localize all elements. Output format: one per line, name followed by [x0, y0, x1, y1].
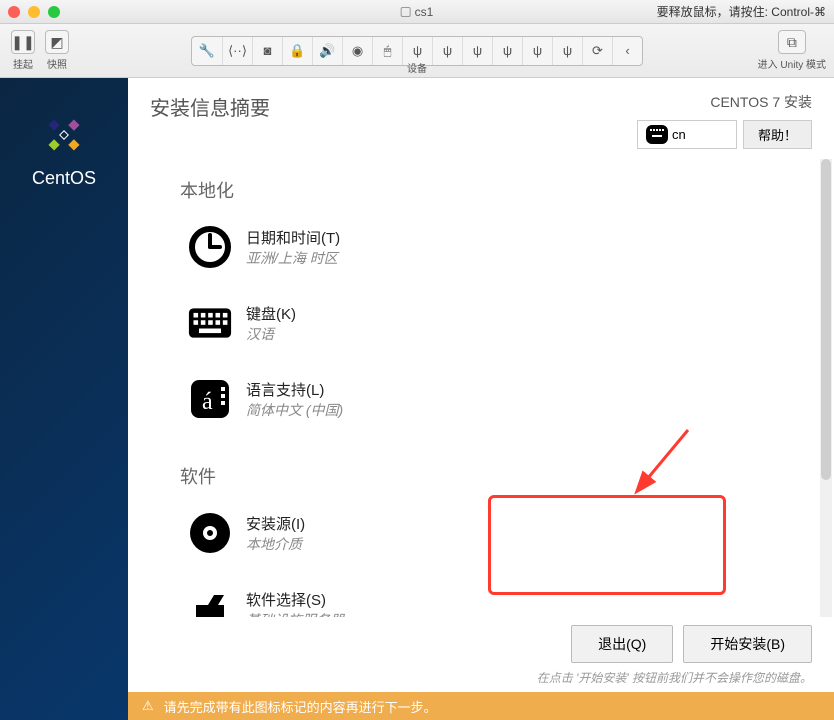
mouse-release-hint: 要释放鼠标，请按住: Control-⌘: [657, 3, 826, 20]
scrollbar-thumb[interactable]: [821, 159, 831, 480]
spoke-language-sub: 简体中文 (中国): [246, 400, 343, 420]
close-window-button[interactable]: [8, 6, 20, 18]
usb-icon[interactable]: ψ: [522, 37, 552, 65]
bluetooth-icon[interactable]: ⟳: [582, 37, 612, 65]
snapshot-label: 快照: [47, 56, 67, 71]
spoke-selection-sub: 基础设施服务器: [246, 610, 344, 618]
keyboard-large-icon: [188, 301, 232, 345]
clock-icon: [188, 225, 232, 269]
scrollbar[interactable]: [820, 159, 832, 617]
snapshot-button[interactable]: ◩ 快照: [42, 30, 72, 71]
spoke-keyboard-title: 键盘(K): [246, 303, 296, 324]
spoke-source[interactable]: 安装源(I) 本地介质: [188, 511, 506, 555]
spoke-software-selection[interactable]: 软件选择(S) 基础设施服务器: [188, 587, 506, 617]
window-title: cs1: [415, 5, 434, 19]
spoke-language[interactable]: á 语言支持(L) 简体中文 (中国): [188, 377, 797, 421]
devices-label: 设备: [407, 60, 427, 75]
spoke-selection-title: 软件选择(S): [246, 589, 344, 610]
warning-text: 请先完成带有此图标标记的内容再进行下一步。: [164, 697, 437, 716]
section-localization: 本地化: [180, 177, 812, 203]
vm-icon: [401, 7, 411, 17]
usb-icon[interactable]: ψ: [432, 37, 462, 65]
quit-button[interactable]: 退出(Q): [571, 625, 673, 663]
network-icon[interactable]: ⟨··⟩: [222, 37, 252, 65]
maximize-window-button[interactable]: [48, 6, 60, 18]
pause-icon: ❚❚: [11, 30, 35, 54]
sound-icon[interactable]: 🔊: [312, 37, 342, 65]
spoke-source-title: 安装源(I): [246, 513, 305, 534]
mac-titlebar: cs1 要释放鼠标，请按住: Control-⌘: [0, 0, 834, 24]
footer-hint: 在点击 '开始安装' 按钮前我们并不会操作您的磁盘。: [537, 669, 812, 686]
minimize-window-button[interactable]: [28, 6, 40, 18]
disc-icon: [188, 511, 232, 555]
unity-icon: ⧉: [778, 30, 806, 54]
suspend-label: 挂起: [13, 56, 33, 71]
spoke-datetime[interactable]: 日期和时间(T) 亚洲/上海 时区: [188, 225, 506, 269]
svg-text:á: á: [202, 389, 213, 415]
centos-logo-icon: [39, 110, 89, 160]
help-button[interactable]: 帮助！: [743, 120, 812, 149]
sidebar-brand: CentOS: [32, 168, 96, 189]
usb-icon[interactable]: ψ: [552, 37, 582, 65]
keyboard-layout-value: cn: [672, 127, 686, 142]
package-icon: [188, 587, 232, 617]
unity-button[interactable]: ⧉ 进入 Unity 模式: [758, 30, 826, 71]
vm-toolbar: ❚❚ 挂起 ◩ 快照 🔧 ⟨··⟩ ◙ 🔒 🔊 ◉ 🖱 ψ ψ ψ ψ ψ ψ …: [0, 24, 834, 78]
spoke-keyboard-sub: 汉语: [246, 324, 296, 344]
language-icon: á: [188, 377, 232, 421]
mouse-icon[interactable]: 🖱: [372, 37, 402, 65]
unity-label: 进入 Unity 模式: [758, 56, 826, 71]
spoke-datetime-sub: 亚洲/上海 时区: [246, 248, 340, 268]
more-icon[interactable]: ‹: [612, 37, 642, 65]
usb-icon[interactable]: ψ: [492, 37, 522, 65]
spoke-keyboard[interactable]: 键盘(K) 汉语: [188, 301, 506, 345]
installer-name: CENTOS 7 安装: [710, 92, 812, 112]
suspend-button[interactable]: ❚❚ 挂起: [8, 30, 38, 71]
camera-icon[interactable]: ◉: [342, 37, 372, 65]
keyboard-icon: [646, 125, 668, 144]
spoke-source-sub: 本地介质: [246, 534, 305, 554]
snapshot-icon: ◩: [45, 30, 69, 54]
warning-icon: ⚠: [142, 698, 154, 714]
section-software: 软件: [180, 463, 812, 489]
disk-icon[interactable]: ◙: [252, 37, 282, 65]
spoke-datetime-title: 日期和时间(T): [246, 227, 340, 248]
sidebar: CentOS: [0, 78, 128, 720]
spoke-language-title: 语言支持(L): [246, 379, 343, 400]
keyboard-layout-selector[interactable]: cn: [637, 120, 737, 149]
usb-icon[interactable]: ψ: [462, 37, 492, 65]
begin-install-button[interactable]: 开始安装(B): [683, 625, 812, 663]
warning-bar: ⚠ 请先完成带有此图标标记的内容再进行下一步。: [128, 692, 834, 720]
page-title: 安装信息摘要: [150, 92, 270, 149]
wrench-icon[interactable]: 🔧: [192, 37, 222, 65]
lock-icon[interactable]: 🔒: [282, 37, 312, 65]
